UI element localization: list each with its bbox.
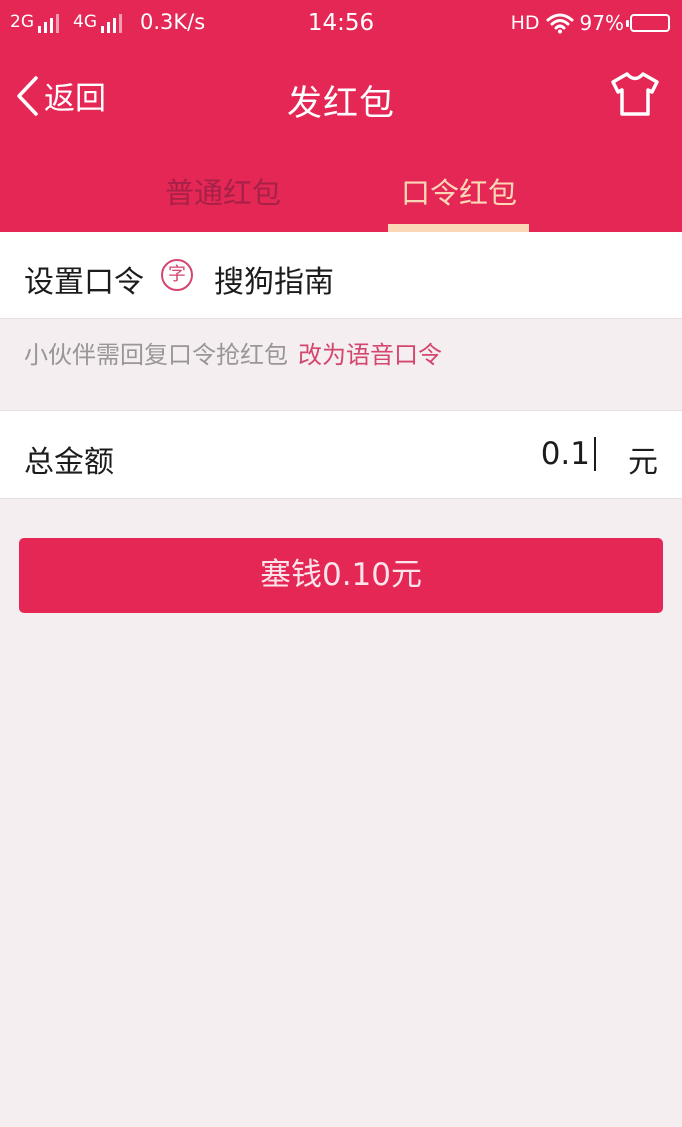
amount-label: 总金额 <box>24 445 114 480</box>
tab-normal-packet[interactable]: 普通红包 <box>152 170 294 212</box>
status-bar: 2G 4G 0.3K/s 14:56 HD 97% <box>0 0 682 46</box>
active-tab-indicator <box>388 224 529 232</box>
switch-to-voice-link[interactable]: 改为语音口令 <box>298 341 442 369</box>
tab-bar: 普通红包 口令红包 <box>0 160 682 232</box>
text-mode-icon[interactable]: 字 <box>161 259 193 291</box>
amount-row: 总金额 0.1 元 <box>0 410 682 499</box>
header: 2G 4G 0.3K/s 14:56 HD 97% 返回 发红包 普通红包 口令… <box>0 0 682 232</box>
page-title: 发红包 <box>286 84 395 124</box>
hint-row: 小伙伴需回复口令抢红包 改为语音口令 <box>24 335 442 370</box>
amount-unit: 元 <box>628 445 658 480</box>
password-input[interactable]: 搜狗指南 <box>214 257 334 301</box>
battery-percent: 97% <box>579 11 624 35</box>
device-status: HD 97% <box>511 11 670 35</box>
battery-icon <box>626 14 670 32</box>
nav-bar: 返回 发红包 <box>0 55 682 135</box>
tshirt-icon[interactable] <box>610 71 660 117</box>
submit-button[interactable]: 塞钱0.10元 <box>19 538 663 613</box>
tab-command-packet[interactable]: 口令红包 <box>388 170 530 212</box>
password-row: 设置口令 字 搜狗指南 <box>0 232 682 319</box>
hd-label: HD <box>510 12 540 34</box>
wifi-icon <box>546 13 574 34</box>
password-label: 设置口令 <box>24 265 144 300</box>
amount-input[interactable]: 0.1 <box>541 437 596 471</box>
hint-text: 小伙伴需回复口令抢红包 <box>24 341 288 369</box>
